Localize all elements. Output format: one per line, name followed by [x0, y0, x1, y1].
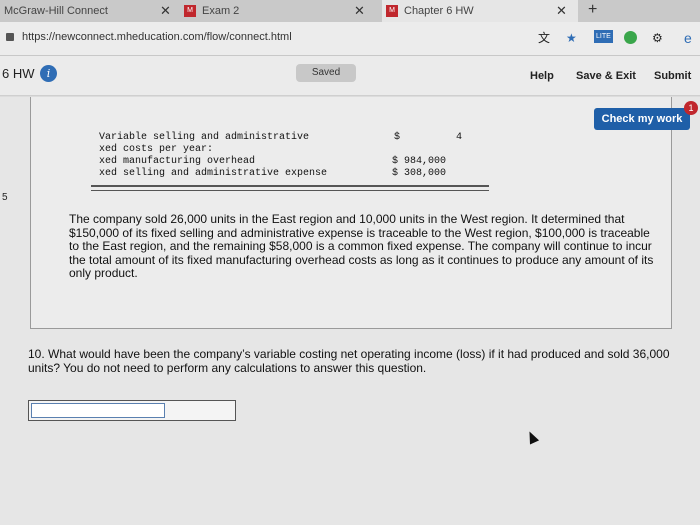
answer-input[interactable]	[31, 403, 165, 418]
translate-icon[interactable]: 文	[538, 31, 550, 45]
table-row-value: $ 984,000	[392, 156, 447, 167]
table-divider	[91, 190, 489, 191]
tab-exam-2[interactable]: M Exam 2 ✕	[180, 0, 376, 22]
new-tab-icon[interactable]: +	[588, 1, 597, 19]
app-header: 6 HW i Saved Help Save & Exit Submit	[0, 56, 700, 96]
circle-icon[interactable]	[624, 31, 637, 44]
address-bar: https://newconnect.mheducation.com/flow/…	[0, 22, 700, 56]
lock-icon	[6, 33, 14, 41]
table-row-label: xed costs per year:	[99, 144, 214, 155]
page-title: 6 HW	[2, 66, 35, 81]
table-row-label: xed manufacturing overhead	[99, 156, 256, 167]
url-field[interactable]: https://newconnect.mheducation.com/flow/…	[22, 31, 292, 43]
mcgraw-hill-favicon-icon: M	[184, 5, 196, 17]
help-button[interactable]: Help	[530, 70, 554, 82]
mouse-cursor-icon	[524, 429, 540, 445]
question-10-text: 10. What would have been the company’s v…	[28, 347, 670, 375]
table-row-label: Variable selling and administrative	[99, 132, 310, 143]
question-content: Variable selling and administrative $ 4 …	[0, 97, 700, 525]
lite-icon[interactable]: LITE	[594, 30, 613, 43]
previous-question-panel: Variable selling and administrative $ 4 …	[30, 97, 672, 329]
check-my-work-button[interactable]: Check my work	[594, 108, 690, 130]
menu-icon[interactable]: e	[684, 31, 692, 45]
table-divider	[91, 185, 489, 187]
attempt-count-badge: 1	[684, 101, 698, 115]
table-row-value: 4	[456, 132, 463, 143]
tab-chapter-6-hw[interactable]: M Chapter 6 HW ✕	[382, 0, 578, 22]
browser-tab-strip: McGraw-Hill Connect ✕ M Exam 2 ✕ M Chapt…	[0, 0, 700, 22]
tab-label: Exam 2	[202, 5, 240, 17]
close-icon[interactable]: ✕	[160, 0, 171, 22]
tab-label: McGraw-Hill Connect	[4, 5, 108, 17]
submit-button[interactable]: Submit	[654, 70, 691, 82]
close-icon[interactable]: ✕	[354, 0, 365, 22]
close-icon[interactable]: ✕	[556, 0, 567, 22]
saved-status-badge: Saved	[296, 64, 356, 82]
mcgraw-hill-favicon-icon: M	[386, 5, 398, 17]
tab-label: Chapter 6 HW	[404, 5, 474, 17]
problem-paragraph: The company sold 26,000 units in the Eas…	[69, 212, 654, 280]
question-number-marker: 5	[2, 192, 8, 203]
table-row-value: $ 308,000	[392, 168, 447, 179]
info-icon[interactable]: i	[40, 65, 57, 82]
tab-mcgraw-hill-connect[interactable]: McGraw-Hill Connect ✕	[4, 0, 180, 22]
save-exit-button[interactable]: Save & Exit	[576, 70, 636, 82]
table-row-sym: $	[394, 132, 401, 143]
answer-dropdown[interactable]	[28, 400, 236, 421]
puzzle-icon[interactable]: ⚙	[652, 31, 663, 45]
star-icon[interactable]: ★	[566, 31, 577, 45]
table-row-label: xed selling and administrative expense	[99, 168, 328, 179]
